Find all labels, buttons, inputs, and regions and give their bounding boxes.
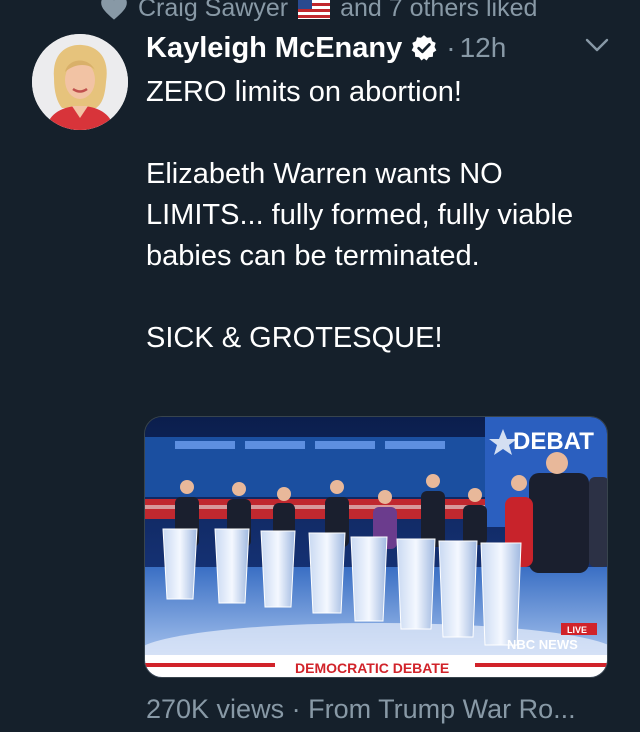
debate-banner-text: DEMOCRATIC DEBATE: [295, 660, 449, 676]
timestamp[interactable]: 12h: [460, 32, 507, 64]
views-label: 270K views: [146, 694, 285, 724]
social-context[interactable]: Craig Sawyer and 7 others liked: [100, 0, 537, 24]
stage-sign-text: DEBAT: [513, 428, 594, 455]
heart-icon: [101, 0, 127, 20]
liker-name[interactable]: Craig Sawyer: [138, 0, 288, 23]
author-name[interactable]: Kayleigh McEnany: [146, 32, 402, 65]
view-count: 270K views · From Trump War Ro...: [146, 694, 576, 725]
tweet-line-break: [146, 277, 616, 318]
tweet-line: Elizabeth Warren wants NO LIMITS... full…: [146, 158, 574, 272]
verified-badge-icon: [411, 35, 437, 61]
source-label[interactable]: From Trump War Ro...: [308, 694, 576, 724]
us-flag-icon: [298, 0, 331, 19]
tweet-line: SICK & GROTESQUE!: [146, 322, 443, 354]
network-logo-text: NBC NEWS: [507, 637, 578, 652]
avatar-image: [32, 34, 128, 130]
debate-stage-image: DEBAT DEMOCRATIC DEBATE LIVE NBC NEWS: [145, 417, 607, 677]
separator-dot: ·: [446, 32, 456, 63]
tweet-text: ZERO limits on abortion! Elizabeth Warre…: [146, 72, 616, 359]
separator-dot: ·: [291, 694, 301, 724]
liked-summary: and 7 others liked: [340, 0, 538, 22]
tweet-line-break: [146, 113, 616, 154]
tweet-header: Kayleigh McEnany · 12h: [146, 28, 610, 68]
tweet-media-video[interactable]: DEBAT DEMOCRATIC DEBATE LIVE NBC NEWS: [144, 416, 608, 678]
avatar[interactable]: [32, 34, 128, 130]
live-badge: LIVE: [567, 625, 587, 635]
tweet-line: ZERO limits on abortion!: [146, 76, 462, 108]
chevron-down-icon[interactable]: [584, 34, 610, 56]
